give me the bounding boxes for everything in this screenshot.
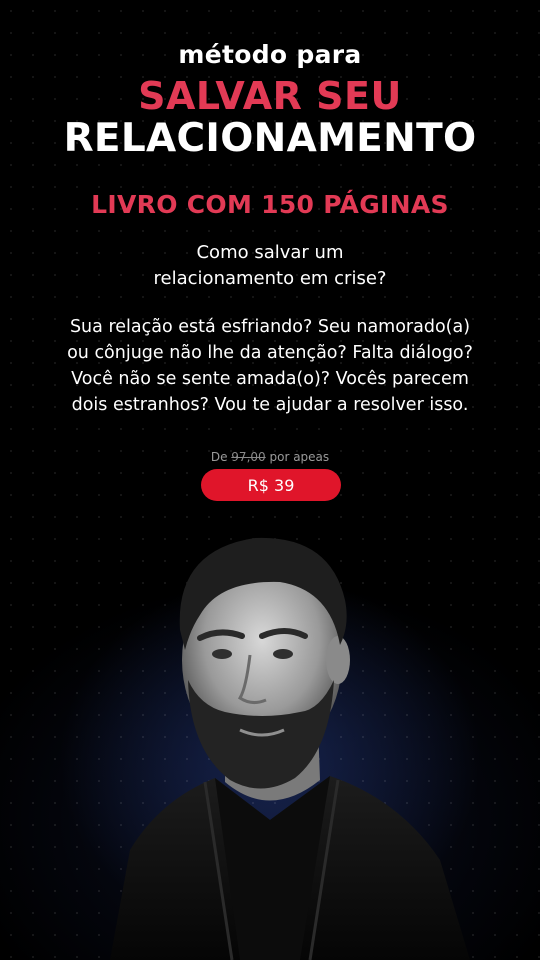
kicker-text: método para <box>178 40 362 69</box>
headline-white: RELACIONAMENTO <box>63 116 477 161</box>
description-line: Você não se sente amada(o)? Vocês parece… <box>71 369 469 389</box>
description-line: ou cônjuge não lhe da atenção? Falta diá… <box>67 343 473 363</box>
description-paragraph: Sua relação está esfriando? Seu namorado… <box>0 314 540 418</box>
description-line: dois estranhos? Vou te ajudar a resolver… <box>71 395 469 415</box>
headline-red: SALVAR SEU <box>138 74 402 118</box>
question-line: relacionamento em crise? <box>153 268 387 289</box>
price-suffix: por apeas <box>269 450 330 464</box>
author-portrait <box>110 537 470 960</box>
price-note: De 97,00 por apeas <box>0 450 540 464</box>
description-line: Sua relação está esfriando? Seu namorado… <box>69 317 471 337</box>
price-prefix: De <box>210 450 228 464</box>
question-text: Como salvar um relacionamento em crise? <box>0 240 540 292</box>
price-button[interactable]: R$ 39 <box>201 469 341 501</box>
price-button-label: R$ 39 <box>247 475 295 495</box>
question-line: Como salvar um <box>196 242 344 263</box>
old-price: 97,00 <box>231 450 266 464</box>
book-pages-label: LIVRO COM 150 PÁGINAS <box>91 190 449 219</box>
